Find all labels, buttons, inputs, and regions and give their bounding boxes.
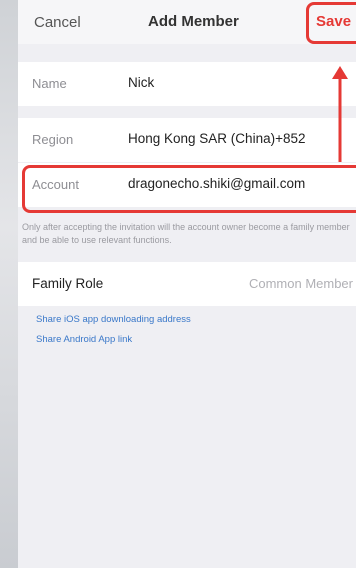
family-role-label: Family Role (32, 276, 104, 291)
share-ios-link[interactable]: Share iOS app downloading address (36, 314, 191, 325)
background-blur (0, 0, 18, 568)
name-label: Name (32, 76, 67, 91)
page-title: Add Member (148, 13, 239, 30)
region-field-row[interactable]: Region Hong Kong SAR (China)+852 › (18, 118, 356, 162)
family-role-row[interactable]: Family Role Common Member › (18, 262, 356, 306)
cancel-button[interactable]: Cancel (34, 14, 81, 31)
region-label: Region (32, 132, 74, 147)
add-member-sheet: Cancel Add Member Save Name Nick Region … (18, 0, 356, 568)
account-highlight-box (22, 165, 356, 213)
invitation-hint: Only after accepting the invitation will… (22, 222, 350, 245)
name-input[interactable]: Nick (128, 75, 154, 90)
region-value[interactable]: Hong Kong SAR (China)+852 (128, 131, 305, 146)
family-role-value[interactable]: Common Member (249, 276, 353, 291)
name-field-row[interactable]: Name Nick (18, 62, 356, 106)
arrow-up-icon (332, 66, 348, 162)
save-highlight-box (306, 2, 356, 44)
share-android-link[interactable]: Share Android App link (36, 334, 132, 345)
